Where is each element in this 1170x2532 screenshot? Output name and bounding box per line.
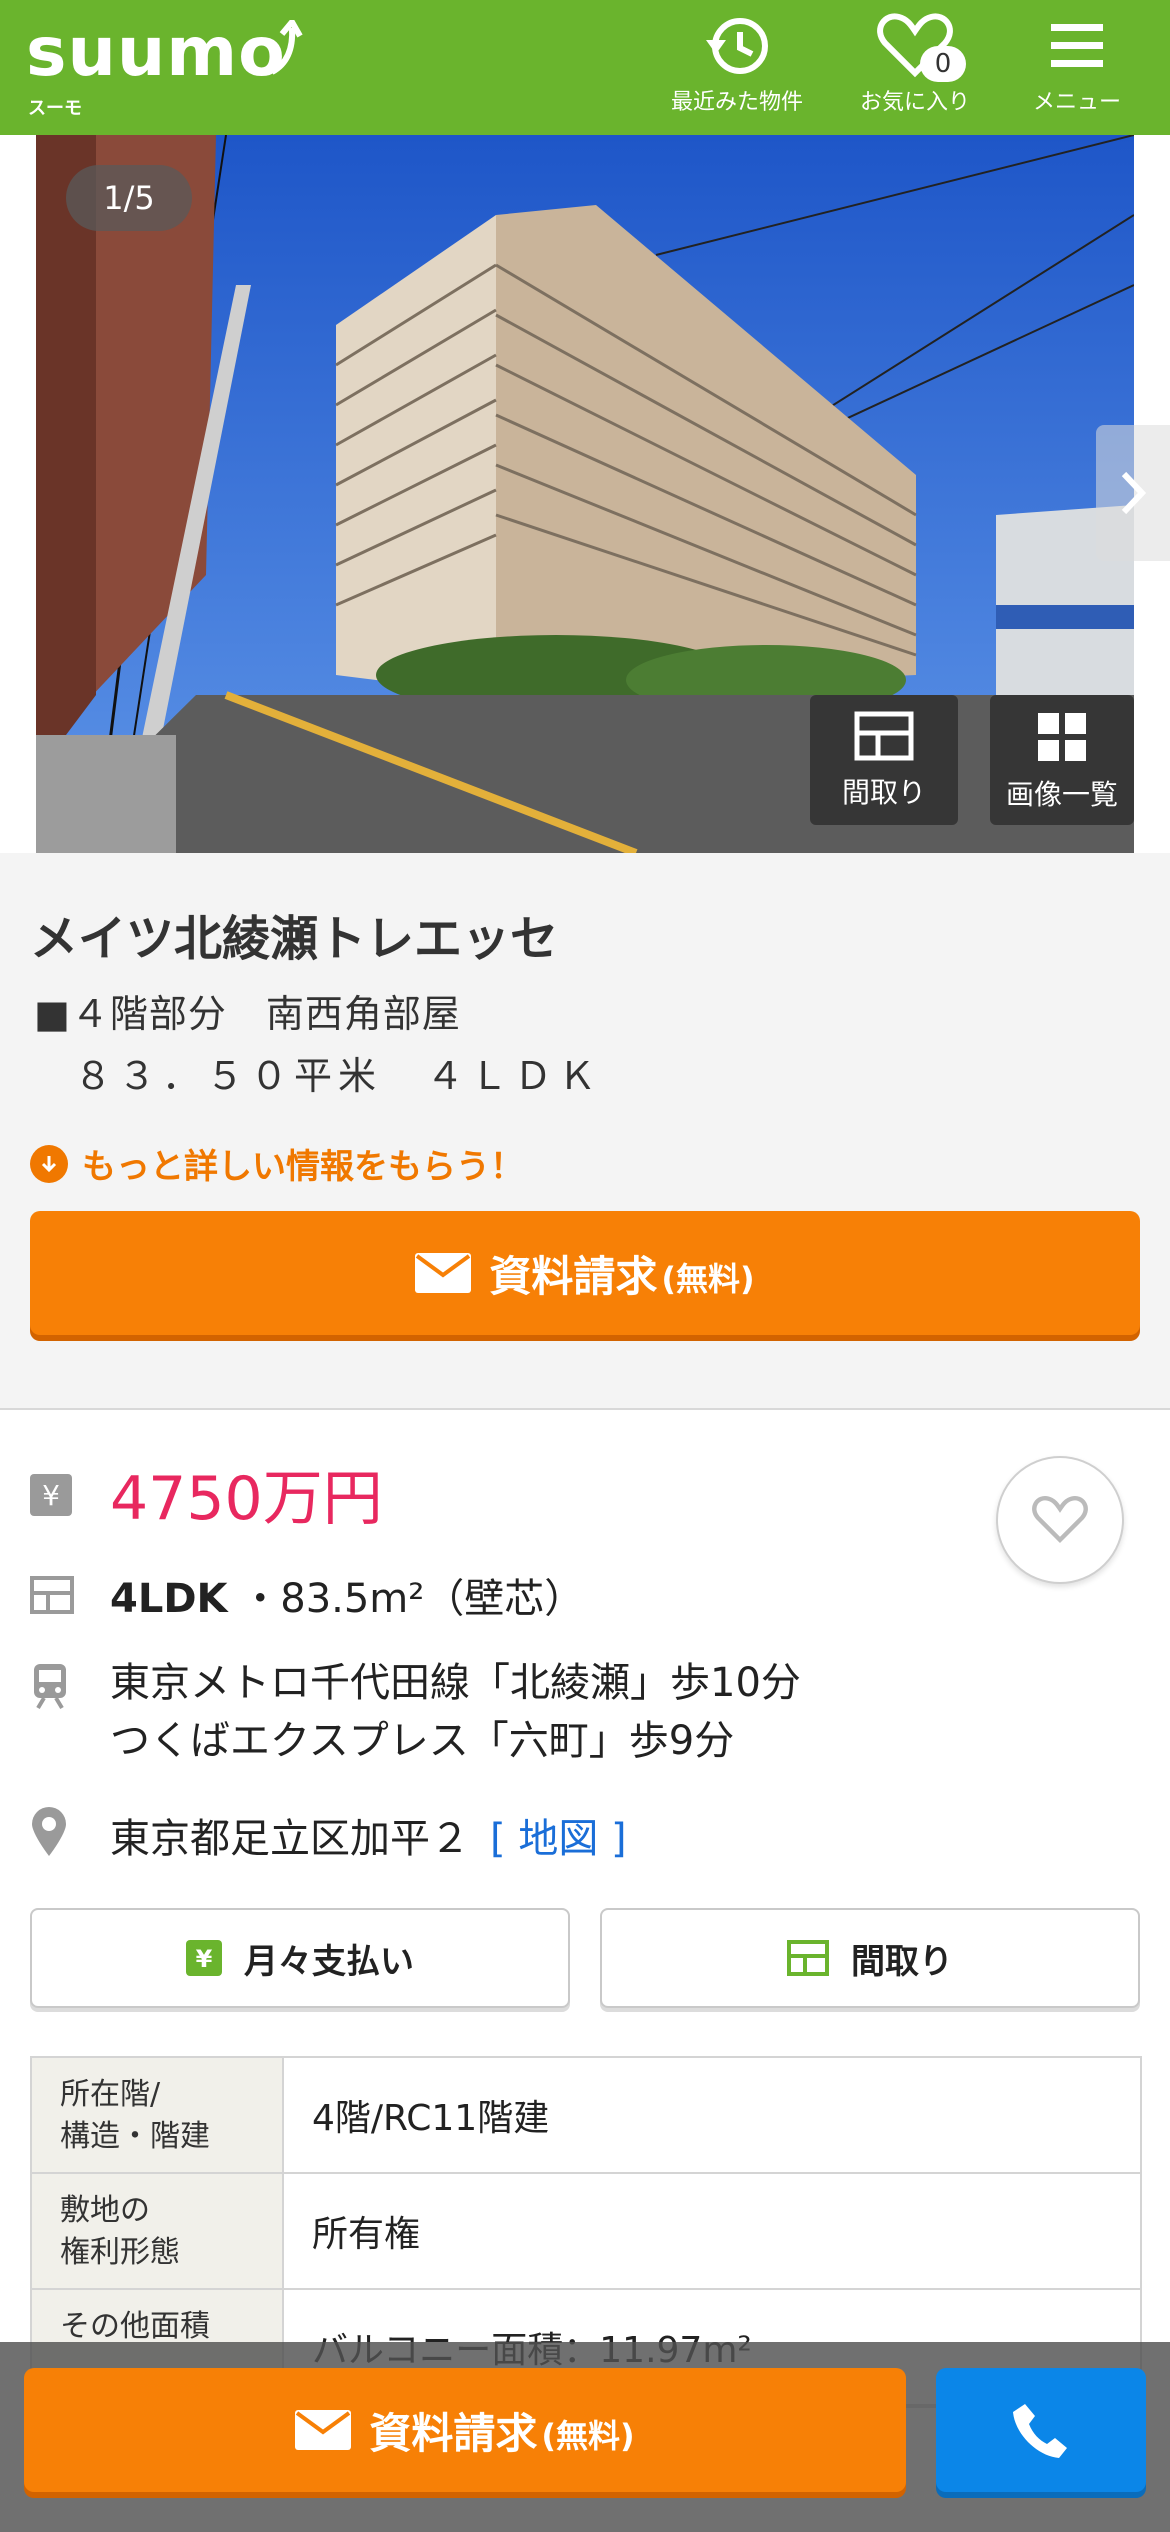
all-images-label: 画像一覧 <box>1005 778 1118 811</box>
image-counter: 1/5 <box>66 165 192 231</box>
more-info-text: もっと詳しい情報をもらう！ <box>82 1147 524 1187</box>
history-icon <box>652 12 822 80</box>
svg-text:¥: ¥ <box>42 1479 60 1512</box>
yen-icon: ¥ <box>30 1474 72 1520</box>
heart-icon: 0 <box>830 12 1000 82</box>
monthly-payment-button[interactable]: ¥ 月々支払い <box>30 1908 570 2008</box>
floorplan-button-label: 間取り <box>851 1941 953 1982</box>
request-documents-label: 資料請求 <box>489 1251 658 1301</box>
nav-recent-label: 最近みた物件 <box>670 90 803 115</box>
spec-value: 所有権 <box>312 2214 421 2255</box>
logo-arrow-icon <box>270 20 303 75</box>
spec-header-line-1: 敷地の <box>60 2193 150 2228</box>
bottom-action-bar: 資料請求 (無料) <box>0 2342 1170 2532</box>
nav-menu[interactable]: メニュー <box>992 12 1162 116</box>
bottom-request-label: 資料請求 <box>369 2408 538 2458</box>
floorplan-green-icon <box>787 1940 829 1976</box>
svg-text:¥: ¥ <box>196 1945 213 1973</box>
call-button[interactable] <box>936 2368 1146 2492</box>
station-line-1: 東京メトロ千代田線「北綾瀬」歩10分 <box>110 1660 801 1706</box>
bottom-request-free: (無料) <box>541 2417 635 2455</box>
spec-value: 4階/RC11階建 <box>312 2098 550 2139</box>
hamburger-icon <box>992 12 1162 80</box>
spec-header-line-2: 権利形態 <box>60 2235 180 2270</box>
map-link[interactable]: [ 地図 ] <box>490 1816 627 1862</box>
yen-green-icon: ¥ <box>186 1940 222 1976</box>
heart-outline-icon <box>1032 1495 1088 1544</box>
monthly-payment-label: 月々支払い <box>244 1941 414 1982</box>
property-summary: メイツ北綾瀬トレエッセ ■４階部分 南西角部屋 ８３．５０平米 ４ＬＤＫ もっと… <box>0 853 1170 1410</box>
photo-gallery: 1/5 間取り 画像一覧 <box>0 135 1170 853</box>
floorplan-button[interactable]: 間取り <box>600 1908 1140 2008</box>
mail-icon <box>415 1253 472 1293</box>
area-text: ・83.5m²（壁芯） <box>240 1576 585 1622</box>
app-header: suumo スーモ 最近みた物件 0 お気に入り メニュー <box>0 0 1170 135</box>
chevron-right-icon <box>1121 471 1147 515</box>
property-photo[interactable]: 1/5 間取り 画像一覧 <box>36 135 1134 853</box>
location-pin-icon <box>30 1806 68 1862</box>
phone-icon <box>1013 2404 1067 2458</box>
grid-icon <box>1038 713 1086 761</box>
suumo-logo[interactable]: suumo スーモ <box>26 14 306 119</box>
station-line-2: つくばエクスプレス「六町」歩9分 <box>110 1718 735 1764</box>
add-favorite-button[interactable] <box>996 1456 1124 1584</box>
property-price: 4750万円 <box>110 1464 383 1534</box>
property-title: メイツ北綾瀬トレエッセ <box>30 911 559 967</box>
spec-header-line-2: 構造・階建 <box>60 2119 210 2154</box>
mail-icon <box>295 2410 352 2450</box>
layout-type: 4LDK <box>110 1576 228 1622</box>
nav-menu-label: メニュー <box>1032 90 1121 115</box>
floorplan-overlay-label: 間取り <box>841 776 926 809</box>
nav-favorites-label: お気に入り <box>859 90 970 115</box>
favorites-count-badge: 0 <box>920 46 966 82</box>
nav-recent[interactable]: 最近みた物件 <box>652 12 822 116</box>
logo-subtext: スーモ <box>28 98 82 119</box>
property-area-info: ８３．５０平米 ４ＬＤＫ <box>74 1054 603 1098</box>
bottom-request-documents-button[interactable]: 資料請求 (無料) <box>24 2368 906 2492</box>
nav-favorites[interactable]: 0 お気に入り <box>830 12 1000 116</box>
station-access: 東京メトロ千代田線「北綾瀬」歩10分 つくばエクスプレス「六町」歩9分 <box>110 1654 801 1770</box>
table-row: 所在階/ 構造・階建 4階/RC11階建 <box>32 2058 1140 2174</box>
table-row: 敷地の 権利形態 所有権 <box>32 2174 1140 2290</box>
property-address: 東京都足立区加平２ [ 地図 ] <box>110 1806 627 1864</box>
spec-header-line-1: 所在階/ <box>60 2077 161 2112</box>
floorplan-icon <box>854 711 914 761</box>
more-info-prompt: もっと詳しい情報をもらう！ <box>30 1139 524 1188</box>
request-documents-button[interactable]: 資料請求 (無料) <box>30 1211 1140 1335</box>
layout-area: 4LDK ・83.5m²（壁芯） <box>110 1566 584 1624</box>
spec-header: 敷地の 権利形態 <box>32 2174 284 2288</box>
spec-header: 所在階/ 構造・階建 <box>32 2058 284 2172</box>
building-photo-illustration <box>36 135 1134 853</box>
arrow-down-circle-icon <box>30 1144 68 1183</box>
next-image-button[interactable] <box>1096 425 1170 561</box>
address-text: 東京都足立区加平２ <box>110 1816 470 1862</box>
train-icon <box>30 1662 70 1714</box>
request-documents-free: (無料) <box>661 1260 755 1298</box>
all-images-button[interactable]: 画像一覧 <box>990 695 1134 825</box>
property-floor-info: ■４階部分 南西角部屋 <box>34 992 461 1036</box>
floorplan-overlay-button[interactable]: 間取り <box>810 695 958 825</box>
floorplan-gray-icon <box>30 1576 74 1618</box>
